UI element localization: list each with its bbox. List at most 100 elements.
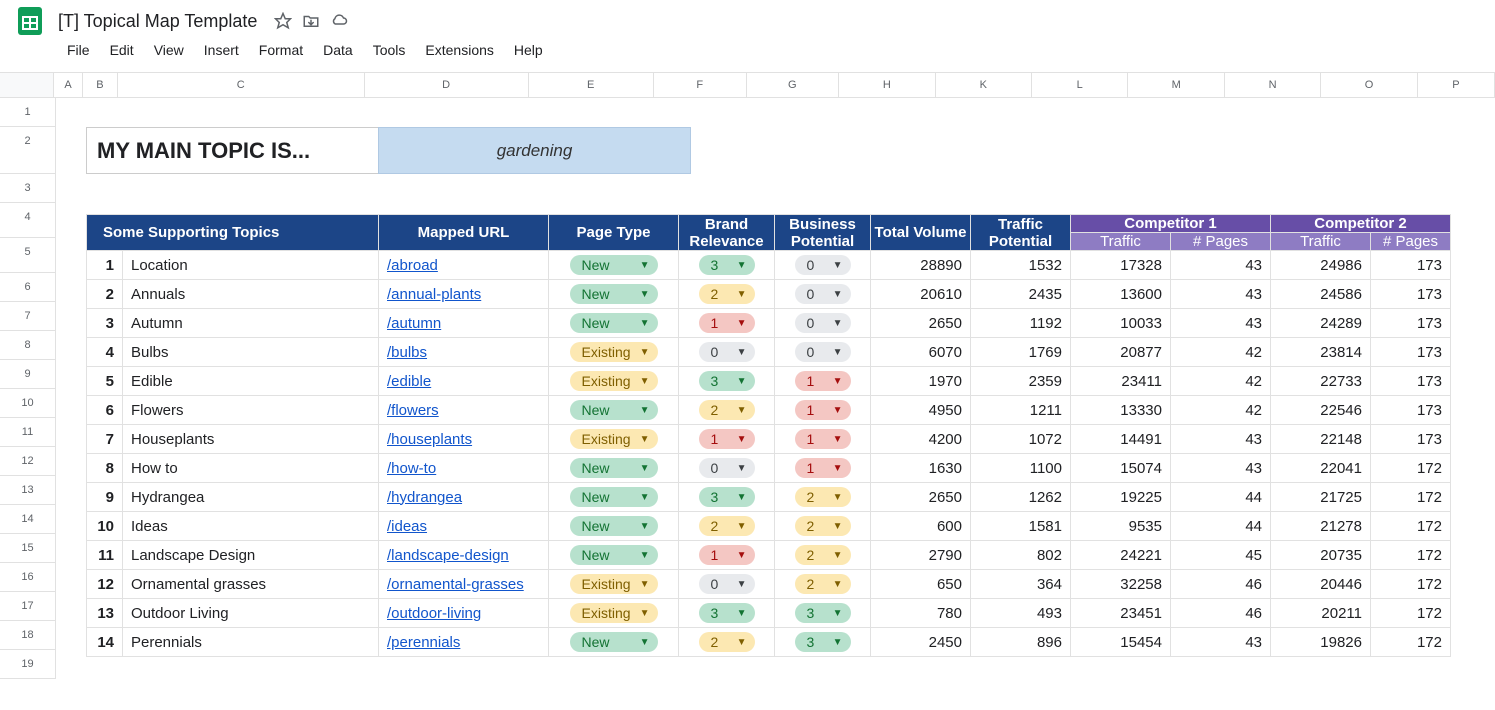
topic-name[interactable]: Ideas <box>123 512 379 541</box>
business-potential-chip[interactable]: 2▼ <box>795 574 851 594</box>
row-number[interactable]: 4 <box>87 338 123 367</box>
business-potential-cell[interactable]: 3▼ <box>775 628 871 657</box>
brand-relevance-cell[interactable]: 2▼ <box>679 628 775 657</box>
business-potential-cell[interactable]: 1▼ <box>775 425 871 454</box>
business-potential-chip[interactable]: 2▼ <box>795 516 851 536</box>
mapped-url[interactable]: /perennials <box>379 628 549 657</box>
business-potential-chip[interactable]: 3▼ <box>795 632 851 652</box>
row-header-15[interactable]: 15 <box>0 534 56 563</box>
main-topic-value[interactable]: gardening <box>378 127 691 174</box>
page-type-chip[interactable]: Existing▼ <box>570 574 658 594</box>
c1-traffic-cell[interactable]: 17328 <box>1071 251 1171 280</box>
traffic-potential-cell[interactable]: 1100 <box>971 454 1071 483</box>
menu-insert[interactable]: Insert <box>195 38 248 62</box>
column-header-N[interactable]: N <box>1225 73 1321 97</box>
business-potential-cell[interactable]: 2▼ <box>775 483 871 512</box>
traffic-potential-cell[interactable]: 2359 <box>971 367 1071 396</box>
c2-pages-cell[interactable]: 173 <box>1371 425 1451 454</box>
menu-view[interactable]: View <box>145 38 193 62</box>
c1-pages-cell[interactable]: 43 <box>1171 628 1271 657</box>
business-potential-chip[interactable]: 1▼ <box>795 371 851 391</box>
column-header-D[interactable]: D <box>365 73 529 97</box>
main-topic-label[interactable]: MY MAIN TOPIC IS... <box>86 127 379 174</box>
brand-relevance-cell[interactable]: 3▼ <box>679 483 775 512</box>
c2-pages-cell[interactable]: 172 <box>1371 628 1451 657</box>
business-potential-cell[interactable]: 3▼ <box>775 599 871 628</box>
business-potential-chip[interactable]: 3▼ <box>795 603 851 623</box>
brand-relevance-cell[interactable]: 2▼ <box>679 396 775 425</box>
c1-traffic-cell[interactable]: 15074 <box>1071 454 1171 483</box>
url-link[interactable]: /annual-plants <box>387 286 481 303</box>
c2-pages-cell[interactable]: 173 <box>1371 251 1451 280</box>
c1-pages-cell[interactable]: 43 <box>1171 309 1271 338</box>
c1-pages-cell[interactable]: 43 <box>1171 251 1271 280</box>
total-volume-cell[interactable]: 650 <box>871 570 971 599</box>
page-type-chip[interactable]: New▼ <box>570 545 658 565</box>
c1-traffic-cell[interactable]: 23451 <box>1071 599 1171 628</box>
url-link[interactable]: /perennials <box>387 634 460 651</box>
c2-traffic-cell[interactable]: 22041 <box>1271 454 1371 483</box>
traffic-potential-cell[interactable]: 1192 <box>971 309 1071 338</box>
brand-relevance-chip[interactable]: 2▼ <box>699 632 755 652</box>
page-type-chip[interactable]: Existing▼ <box>570 603 658 623</box>
page-type-chip[interactable]: New▼ <box>570 400 658 420</box>
c2-traffic-cell[interactable]: 20446 <box>1271 570 1371 599</box>
business-potential-chip[interactable]: 2▼ <box>795 487 851 507</box>
url-link[interactable]: /flowers <box>387 402 439 419</box>
row-number[interactable]: 10 <box>87 512 123 541</box>
page-type-chip[interactable]: Existing▼ <box>570 429 658 449</box>
sheets-logo-icon[interactable] <box>12 3 48 39</box>
c1-pages-cell[interactable]: 46 <box>1171 570 1271 599</box>
row-number[interactable]: 6 <box>87 396 123 425</box>
brand-relevance-chip[interactable]: 1▼ <box>699 545 755 565</box>
row-header-12[interactable]: 12 <box>0 447 56 476</box>
url-link[interactable]: /how-to <box>387 460 436 477</box>
brand-relevance-chip[interactable]: 0▼ <box>699 574 755 594</box>
mapped-url[interactable]: /ideas <box>379 512 549 541</box>
mapped-url[interactable]: /autumn <box>379 309 549 338</box>
topic-name[interactable]: Hydrangea <box>123 483 379 512</box>
total-volume-cell[interactable]: 780 <box>871 599 971 628</box>
traffic-potential-cell[interactable]: 802 <box>971 541 1071 570</box>
traffic-potential-cell[interactable]: 1581 <box>971 512 1071 541</box>
menu-format[interactable]: Format <box>250 38 312 62</box>
row-header-4[interactable]: 4 <box>0 203 56 238</box>
page-type-cell[interactable]: Existing▼ <box>549 367 679 396</box>
row-number[interactable]: 7 <box>87 425 123 454</box>
column-header-C[interactable]: C <box>118 73 365 97</box>
c2-traffic-cell[interactable]: 20211 <box>1271 599 1371 628</box>
mapped-url[interactable]: /hydrangea <box>379 483 549 512</box>
c1-pages-cell[interactable]: 42 <box>1171 338 1271 367</box>
page-type-cell[interactable]: New▼ <box>549 483 679 512</box>
brand-relevance-cell[interactable]: 0▼ <box>679 338 775 367</box>
mapped-url[interactable]: /landscape-design <box>379 541 549 570</box>
menu-file[interactable]: File <box>58 38 99 62</box>
page-type-chip[interactable]: New▼ <box>570 516 658 536</box>
url-link[interactable]: /abroad <box>387 257 438 274</box>
topic-name[interactable]: Annuals <box>123 280 379 309</box>
c2-traffic-cell[interactable]: 19826 <box>1271 628 1371 657</box>
cloud-status-icon[interactable] <box>329 11 349 31</box>
business-potential-cell[interactable]: 2▼ <box>775 512 871 541</box>
total-volume-cell[interactable]: 2790 <box>871 541 971 570</box>
document-title[interactable]: [T] Topical Map Template <box>58 11 257 32</box>
brand-relevance-cell[interactable]: 2▼ <box>679 280 775 309</box>
star-icon[interactable] <box>273 11 293 31</box>
c1-pages-cell[interactable]: 46 <box>1171 599 1271 628</box>
page-type-chip[interactable]: New▼ <box>570 284 658 304</box>
c1-pages-cell[interactable]: 44 <box>1171 512 1271 541</box>
c2-traffic-cell[interactable]: 24986 <box>1271 251 1371 280</box>
topic-name[interactable]: Bulbs <box>123 338 379 367</box>
business-potential-cell[interactable]: 0▼ <box>775 338 871 367</box>
c2-traffic-cell[interactable]: 21278 <box>1271 512 1371 541</box>
row-number[interactable]: 13 <box>87 599 123 628</box>
total-volume-cell[interactable]: 4950 <box>871 396 971 425</box>
c2-traffic-cell[interactable]: 22148 <box>1271 425 1371 454</box>
c1-traffic-cell[interactable]: 9535 <box>1071 512 1171 541</box>
page-type-cell[interactable]: New▼ <box>549 280 679 309</box>
row-number[interactable]: 11 <box>87 541 123 570</box>
c2-pages-cell[interactable]: 172 <box>1371 454 1451 483</box>
page-type-chip[interactable]: New▼ <box>570 487 658 507</box>
row-number[interactable]: 1 <box>87 251 123 280</box>
row-header-19[interactable]: 19 <box>0 650 56 679</box>
